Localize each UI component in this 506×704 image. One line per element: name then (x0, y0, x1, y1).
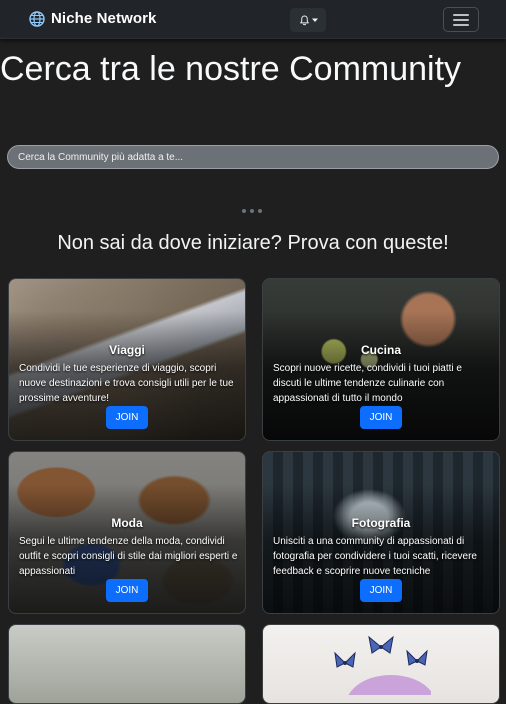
navbar-toggler-button[interactable] (443, 7, 479, 32)
navbar: Niche Network (0, 0, 506, 39)
butterfly-image (334, 635, 431, 695)
hamburger-icon (453, 13, 469, 16)
globe-icon (29, 10, 45, 27)
community-card-fotografia[interactable]: Fotografia Unisciti a una community di a… (262, 451, 500, 614)
card-description: Condividi le tue esperienze di viaggio, … (19, 363, 234, 404)
card-title: Viaggi (109, 343, 145, 357)
card-title: Cucina (360, 343, 401, 357)
community-card-viaggi[interactable]: Viaggi Condividi le tue esperienze di vi… (8, 278, 246, 441)
card-description: Segui le ultime tendenze della moda, con… (19, 536, 238, 577)
join-button[interactable]: JOIN (360, 579, 402, 602)
loading-indicator (242, 209, 262, 213)
page-title: Cerca tra le nostre Community (0, 50, 462, 88)
community-card-partial[interactable] (262, 624, 500, 704)
join-button[interactable]: JOIN (360, 406, 402, 429)
card-title: Moda (111, 516, 143, 530)
suggestions-title: Non sai da dove iniziare? Prova con ques… (57, 232, 449, 254)
caret-down-icon (311, 18, 318, 22)
card-image (9, 625, 245, 703)
notifications-dropdown-button[interactable] (290, 8, 326, 32)
card-description: Unisciti a una community di appassionati… (273, 536, 477, 577)
bell-icon (299, 15, 309, 25)
join-button[interactable]: JOIN (106, 579, 148, 602)
brand-link[interactable]: Niche Network (29, 10, 157, 27)
brand-name: Niche Network (51, 10, 157, 27)
community-search-input[interactable] (7, 145, 499, 169)
community-card-partial[interactable] (8, 624, 246, 704)
join-button[interactable]: JOIN (106, 406, 148, 429)
card-description: Scopri nuove ricette, condividi i tuoi p… (273, 363, 462, 404)
community-card-cucina[interactable]: Cucina Scopri nuove ricette, condividi i… (262, 278, 500, 441)
card-title: Fotografia (351, 516, 411, 530)
community-card-moda[interactable]: Moda Segui le ultime tendenze della moda… (8, 451, 246, 614)
